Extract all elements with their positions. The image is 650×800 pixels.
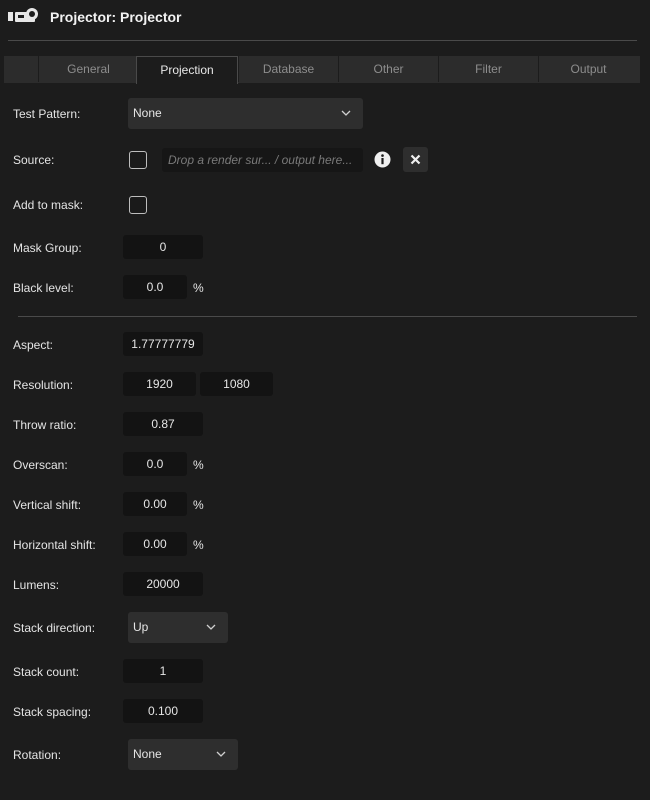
horizontal-shift-label: Horizontal shift:: [13, 538, 96, 552]
mask-group-input[interactable]: 0: [123, 235, 203, 259]
black-level-input[interactable]: 0.0: [123, 275, 187, 299]
resolution-width-input[interactable]: 1920: [123, 372, 196, 396]
aspect-label: Aspect:: [13, 338, 54, 352]
vertical-shift-input[interactable]: 0.00: [123, 492, 187, 516]
resolution-height-input[interactable]: 1080: [200, 372, 273, 396]
overscan-input[interactable]: 0.0: [123, 452, 187, 476]
black-level-label: Black level:: [13, 281, 74, 295]
test-pattern-select[interactable]: None: [128, 98, 363, 129]
stack-count-input[interactable]: 1: [123, 659, 203, 683]
header-divider: [8, 40, 637, 41]
lumens-input[interactable]: 20000: [123, 572, 203, 596]
overscan-unit: %: [193, 458, 204, 472]
tab-projection[interactable]: Projection: [136, 56, 238, 84]
stack-direction-select[interactable]: Up: [128, 612, 228, 643]
clear-source-button[interactable]: [403, 147, 428, 172]
source-label: Source:: [13, 153, 55, 167]
tab-output[interactable]: Output: [538, 56, 638, 82]
add-to-mask-checkbox[interactable]: [129, 196, 147, 214]
projector-icon: [8, 8, 42, 27]
tab-database[interactable]: Database: [238, 56, 338, 82]
tab-other[interactable]: Other: [338, 56, 438, 82]
aspect-input[interactable]: 1.77777779: [123, 332, 203, 356]
stack-count-label: Stack count:: [13, 665, 80, 679]
horizontal-shift-unit: %: [193, 538, 204, 552]
overscan-label: Overscan:: [13, 458, 68, 472]
stack-spacing-input[interactable]: 0.100: [123, 699, 203, 723]
rotation-select[interactable]: None: [128, 739, 238, 770]
lumens-label: Lumens:: [13, 578, 60, 592]
test-pattern-label: Test Pattern:: [13, 107, 81, 121]
tab-bar: General Projection Database Other Filter…: [4, 56, 640, 84]
vertical-shift-label: Vertical shift:: [13, 498, 82, 512]
rotation-value: None: [133, 747, 162, 761]
tab-general[interactable]: General: [38, 56, 138, 82]
stack-spacing-label: Stack spacing:: [13, 705, 92, 719]
info-icon[interactable]: [374, 151, 391, 171]
throw-ratio-input[interactable]: 0.87: [123, 412, 203, 436]
panel-title: Projector: Projector: [50, 9, 182, 25]
mask-group-label: Mask Group:: [13, 241, 82, 255]
horizontal-shift-input[interactable]: 0.00: [123, 532, 187, 556]
source-checkbox[interactable]: [129, 151, 147, 169]
black-level-unit: %: [193, 281, 204, 295]
tab-filter[interactable]: Filter: [438, 56, 538, 82]
test-pattern-value: None: [133, 106, 162, 120]
section-divider: [18, 316, 637, 317]
chevron-down-icon: [206, 612, 216, 655]
add-to-mask-label: Add to mask:: [13, 198, 84, 212]
vertical-shift-unit: %: [193, 498, 204, 512]
rotation-label: Rotation:: [13, 748, 62, 762]
close-icon: [403, 154, 428, 175]
stack-direction-label: Stack direction:: [13, 621, 96, 635]
chevron-down-icon: [341, 98, 351, 141]
throw-ratio-label: Throw ratio:: [13, 418, 77, 432]
stack-direction-value: Up: [133, 620, 149, 634]
chevron-down-icon: [216, 739, 226, 782]
panel-header: Projector: Projector: [0, 0, 650, 34]
resolution-label: Resolution:: [13, 378, 74, 392]
source-drop-field[interactable]: Drop a render sur... / output here...: [162, 148, 363, 172]
